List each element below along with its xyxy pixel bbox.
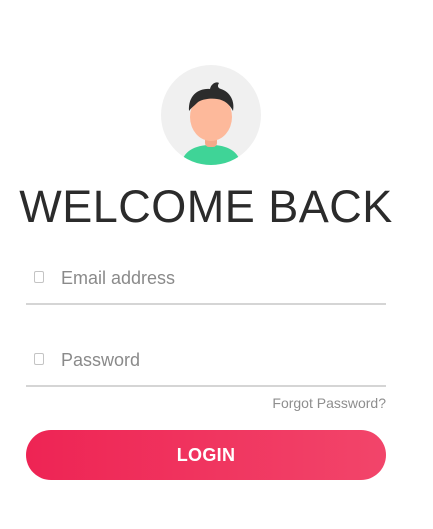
user-avatar-icon [161,65,261,165]
password-input[interactable] [61,345,376,375]
forgot-password-link[interactable]: Forgot Password? [272,394,386,412]
mail-icon [34,271,44,283]
lock-icon [34,353,44,365]
login-button[interactable]: LOGIN [26,430,386,480]
password-field[interactable] [26,345,386,387]
email-input[interactable] [61,263,376,293]
page-title: WELCOME BACK [19,181,393,232]
email-field[interactable] [26,263,386,305]
